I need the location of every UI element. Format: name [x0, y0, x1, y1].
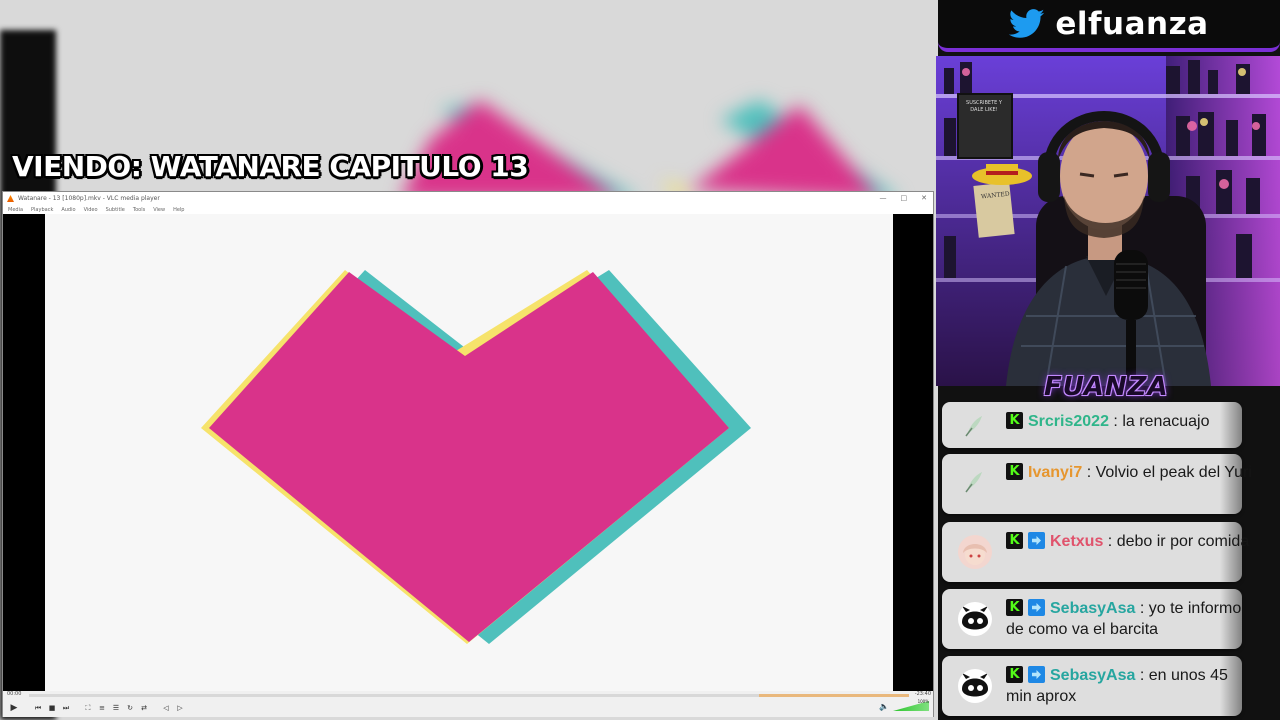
seek-buffer	[759, 694, 909, 697]
chat-message: SebasyAsa : en unos 45 min aprox	[942, 656, 1242, 716]
extended-settings-icon[interactable]: ≡	[97, 703, 107, 713]
chat-username[interactable]: SebasyAsa	[1050, 600, 1135, 617]
playlist-icon[interactable]: ☰	[111, 703, 121, 713]
avatar-feather-icon	[958, 464, 992, 498]
stop-icon[interactable]: ■	[47, 703, 57, 713]
next-icon[interactable]: ⏭	[61, 703, 71, 713]
vlc-titlebar[interactable]: Watanare - 13 [1080p].mkv - VLC media pl…	[3, 192, 933, 205]
video-area[interactable]	[3, 214, 933, 691]
menu-video[interactable]: Video	[84, 207, 98, 213]
frame-back-icon[interactable]: ◁	[161, 703, 171, 713]
menu-view[interactable]: View	[153, 207, 165, 213]
chat-fade-overlay	[1220, 386, 1280, 720]
menu-tools[interactable]: Tools	[133, 207, 145, 213]
vlc-cone-icon	[7, 195, 14, 202]
shuffle-icon[interactable]: ⇄	[139, 703, 149, 713]
vlc-window-title: Watanare - 13 [1080p].mkv - VLC media pl…	[18, 195, 160, 202]
twitter-banner: elfuanza	[938, 0, 1280, 52]
avatar-ink-character-icon	[958, 669, 992, 703]
heart-logo-graphic	[201, 270, 751, 644]
menu-help[interactable]: Help	[173, 207, 184, 213]
play-icon[interactable]: ▶	[7, 701, 21, 715]
kick-badge-icon	[1006, 532, 1023, 549]
stream-overlay: VIENDO: WATANARE CAPITULO 13 Watanare - …	[0, 0, 1280, 720]
vlc-window: Watanare - 13 [1080p].mkv - VLC media pl…	[2, 191, 934, 717]
avatar-feather-icon	[958, 408, 992, 442]
chat-message-text: Ivanyi7 : Volvio el peak del Yuri	[1006, 462, 1254, 483]
chat-username[interactable]: Srcris2022	[1028, 413, 1109, 430]
playback-buttons: ▶ ⏮ ■ ⏭ ⛶ ≡ ☰ ↻ ⇄ ◁ ▷	[7, 701, 185, 715]
twitter-handle: elfuanza	[1055, 6, 1209, 42]
volume-control: 🔈 100%	[879, 699, 929, 711]
chat-message-text: Ketxus : debo ir por comida	[1006, 531, 1254, 552]
chat-username[interactable]: Ivanyi7	[1028, 464, 1082, 481]
chat-message-text: Srcris2022 : la renacuajo	[1006, 411, 1254, 432]
speaker-icon[interactable]: 🔈	[879, 702, 889, 711]
subscribe-poster-text: SUSCRIBETE Y DALE LIKE!	[966, 100, 1002, 113]
chat-username[interactable]: Ketxus	[1050, 533, 1103, 550]
video-frame	[45, 214, 893, 691]
chat-message: Srcris2022 : la renacuajo	[942, 402, 1242, 448]
time-remaining: -23:40	[914, 691, 931, 697]
time-elapsed: 00:00	[7, 691, 22, 697]
twitter-bird-icon	[1009, 9, 1045, 38]
kick-badge-icon	[1006, 599, 1023, 616]
subscriber-badge-icon	[1028, 666, 1045, 683]
close-icon[interactable]: ✕	[921, 194, 927, 202]
seek-bar[interactable]	[29, 694, 909, 697]
volume-slider[interactable]: 100%	[893, 699, 929, 711]
chat-content: la renacuajo	[1122, 413, 1210, 430]
fullscreen-icon[interactable]: ⛶	[83, 703, 93, 713]
chat-message: Ketxus : debo ir por comida	[942, 522, 1249, 582]
volume-percent: 100%	[917, 699, 929, 704]
chat-message: Ivanyi7 : Volvio el peak del Yuri	[942, 454, 1252, 514]
loop-icon[interactable]: ↻	[125, 703, 135, 713]
subscriber-badge-icon	[1028, 599, 1045, 616]
kick-badge-icon	[1006, 666, 1023, 683]
chat-message-text: SebasyAsa : en unos 45 min aprox	[1006, 665, 1254, 707]
chat-panel: Srcris2022 : la renacuajo Ivanyi7 : Volv…	[938, 386, 1280, 720]
vlc-menubar: Media Playback Audio Video Subtitle Tool…	[3, 205, 933, 214]
avatar-anime-girl-icon	[958, 535, 992, 569]
menu-playback[interactable]: Playback	[31, 207, 53, 213]
menu-subtitle[interactable]: Subtitle	[106, 207, 125, 213]
minimize-icon[interactable]: —	[880, 194, 887, 202]
avatar-ink-character-icon	[958, 602, 992, 636]
frame-forward-icon[interactable]: ▷	[175, 703, 185, 713]
chat-username[interactable]: SebasyAsa	[1050, 667, 1135, 684]
prev-icon[interactable]: ⏮	[33, 703, 43, 713]
window-controls: — □ ✕	[880, 194, 928, 202]
chat-message-text: SebasyAsa : yo te informo de como va el …	[1006, 598, 1254, 640]
kick-badge-icon	[1006, 412, 1023, 429]
viewing-title: VIENDO: WATANARE CAPITULO 13	[12, 150, 529, 183]
menu-media[interactable]: Media	[8, 207, 23, 213]
maximize-icon[interactable]: □	[901, 194, 908, 202]
vlc-controls: 00:00 -23:40 ▶ ⏮ ■ ⏭ ⛶ ≡ ☰ ↻ ⇄ ◁ ▷ 🔈 100…	[3, 691, 933, 717]
kick-badge-icon	[1006, 463, 1023, 480]
subscriber-badge-icon	[1028, 532, 1045, 549]
menu-audio[interactable]: Audio	[61, 207, 75, 213]
chat-message: SebasyAsa : yo te informo de como va el …	[942, 589, 1242, 649]
